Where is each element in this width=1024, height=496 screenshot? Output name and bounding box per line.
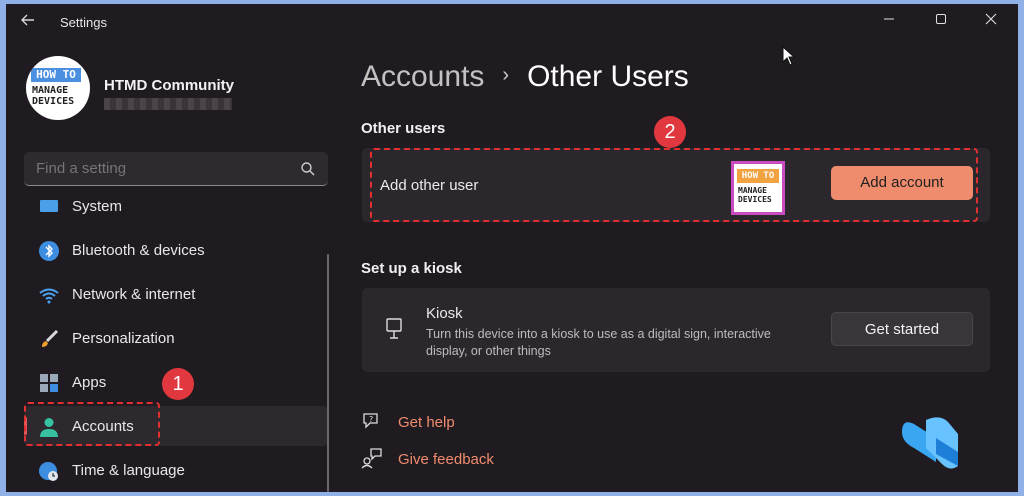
back-arrow-icon[interactable] [20, 12, 42, 32]
profile-name: HTMD Community [104, 77, 234, 94]
breadcrumb-parent[interactable]: Accounts [361, 60, 484, 93]
close-button[interactable] [968, 4, 1014, 34]
search-icon[interactable] [300, 161, 316, 177]
kiosk-description: Turn this device into a kiosk to use as … [426, 327, 771, 358]
apps-icon [40, 374, 58, 392]
add-user-highlight-box [370, 148, 978, 222]
maximize-button[interactable] [918, 4, 964, 34]
give-feedback-link[interactable]: Give feedback [398, 451, 494, 468]
search-input[interactable] [36, 160, 286, 177]
sidebar-item-network[interactable]: Network & internet [24, 274, 328, 314]
chevron-right-icon: › [502, 64, 510, 86]
title-bar: Settings [6, 4, 1018, 40]
kiosk-title: Kiosk [426, 305, 463, 322]
bluetooth-icon [39, 241, 59, 261]
step-badge-2: 2 [654, 116, 686, 148]
wifi-icon [39, 288, 59, 304]
sidebar-item-personalization[interactable]: Personalization [24, 318, 328, 358]
svg-text:?: ? [369, 415, 373, 424]
brush-icon [42, 329, 59, 347]
kiosk-heading: Set up a kiosk [361, 260, 462, 277]
help-icon: ? [363, 413, 378, 429]
sidebar-item-bluetooth[interactable]: Bluetooth & devices [24, 230, 328, 270]
get-help-link[interactable]: Get help [398, 414, 455, 431]
kiosk-icon [386, 318, 402, 339]
settings-window: Settings HOW TO MANAGE DEVICES HTMD Commu… [6, 4, 1018, 492]
accounts-highlight-box [24, 402, 160, 446]
feedback-icon [361, 448, 382, 469]
minimize-button[interactable] [866, 4, 912, 34]
sidebar-item-system[interactable]: System [24, 194, 328, 226]
sidebar-scrollbar[interactable] [327, 254, 329, 492]
get-started-button[interactable]: Get started [831, 312, 973, 346]
other-users-heading: Other users [361, 120, 446, 137]
breadcrumb: Accounts › Other Users [361, 60, 689, 94]
sidebar-nav: System Bluetooth & devices Network & int… [24, 194, 328, 492]
user-profile[interactable]: HOW TO MANAGE DEVICES HTMD Community [26, 56, 326, 128]
sidebar-item-time-language[interactable]: Time & language [24, 450, 328, 490]
profile-email-redacted [104, 98, 232, 110]
page-title: Other Users [527, 60, 689, 93]
app-title: Settings [60, 15, 107, 30]
globe-clock-icon [39, 462, 58, 481]
search-box[interactable] [24, 152, 328, 186]
mouse-cursor-icon [782, 46, 796, 66]
brand-logo-icon [902, 417, 958, 469]
avatar: HOW TO MANAGE DEVICES [26, 56, 90, 120]
system-icon [40, 200, 58, 212]
step-badge-1: 1 [162, 368, 194, 400]
